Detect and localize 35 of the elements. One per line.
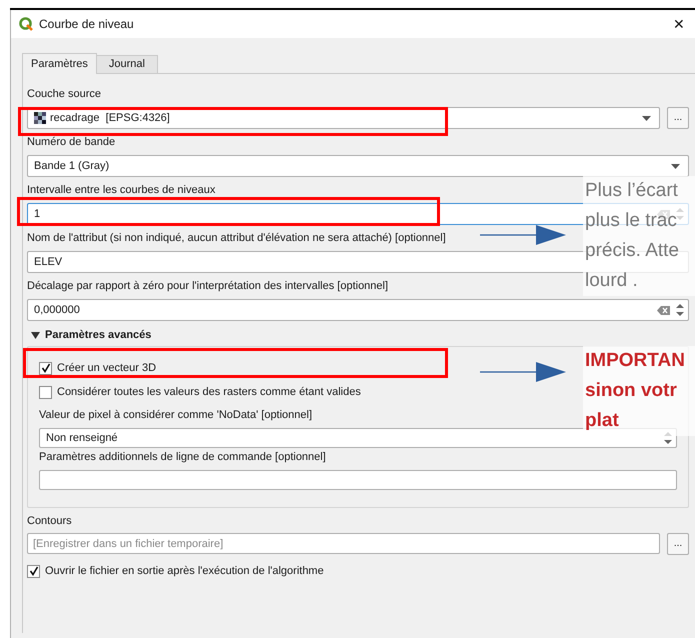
field-label: Numéro de bande — [27, 135, 116, 149]
field-label: Contours — [27, 514, 72, 528]
output-path-field[interactable]: [Enregistrer dans un fichier temporaire] — [27, 533, 660, 554]
annotation-text: Plus l’écart — [585, 179, 678, 203]
dropdown[interactable]: Bande 1 (Gray) — [27, 155, 689, 177]
close-button[interactable]: ✕ — [673, 14, 687, 34]
dropdown-arrow-icon[interactable] — [671, 164, 680, 168]
app-logo-icon — [19, 17, 33, 31]
clear-icon[interactable] — [657, 306, 670, 314]
field-label: Valeur de pixel à considérer comme 'NoData' [optionnel] — [39, 408, 312, 422]
checkbox-label[interactable]: Ouvrir le fichier en sortie après l'exécution de l'algorithme — [45, 562, 324, 580]
checkbox[interactable] — [39, 362, 52, 374]
browse-button[interactable]: ... — [667, 107, 689, 129]
checkbox[interactable] — [27, 564, 40, 578]
tab[interactable]: Paramètres — [22, 53, 97, 74]
field-label: Paramètres additionnels de ligne de commande [optionnel] — [39, 450, 326, 464]
section-title[interactable]: Paramètres avancés — [45, 326, 152, 344]
window-title: Courbe de niveau — [39, 16, 135, 33]
annotation-text: IMPORTAN — [585, 349, 685, 373]
browse-button[interactable]: ... — [667, 533, 689, 555]
dropdown-arrow-icon[interactable] — [642, 116, 651, 120]
annotation-text: sinon votr — [585, 379, 677, 403]
checkbox-label[interactable]: Considérer toutes les valeurs des rasters comme étant valides — [57, 384, 361, 400]
field-label: Couche source — [27, 87, 101, 101]
checkbox-label[interactable]: Créer un vecteur 3D — [57, 360, 156, 376]
expand-arrow-icon[interactable] — [31, 332, 40, 338]
checkbox[interactable] — [39, 386, 52, 398]
spin-arrows-icon[interactable] — [676, 302, 684, 318]
spin-box[interactable]: 0,000000 — [27, 299, 689, 321]
tab[interactable]: Journal — [96, 55, 158, 73]
field-label: Décalage par rapport à zéro pour l'interprétation des intervalles [optionnel] — [27, 279, 388, 293]
input-field[interactable] — [39, 470, 677, 490]
field-label: Intervalle entre les courbes de niveaux — [27, 183, 216, 197]
dropdown[interactable]: recadrage [EPSG:4326] — [27, 107, 660, 129]
field-label: Nom de l'attribut (si non indiqué, aucun attribut d'élévation ne sera attaché) [optionnel] — [27, 231, 446, 245]
